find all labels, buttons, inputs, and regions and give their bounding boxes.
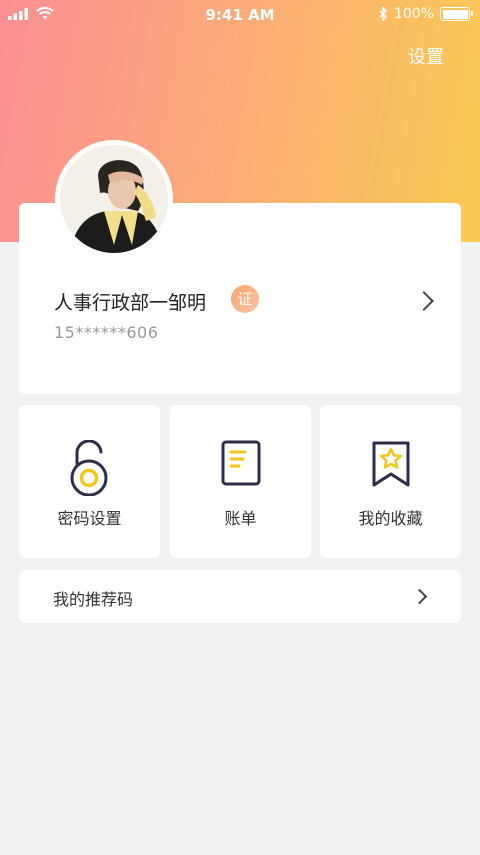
bill-tile[interactable]: 账单 xyxy=(170,405,311,558)
battery-percent: 100% xyxy=(393,6,434,22)
battery-icon xyxy=(440,7,473,21)
settings-link[interactable]: 设置 xyxy=(408,43,444,69)
password-settings-tile[interactable]: 密码设置 xyxy=(19,405,160,558)
user-name: 人事行政部一邹明 xyxy=(54,292,207,314)
bluetooth-icon xyxy=(379,7,388,21)
profile-screen: 9:41 AM 100% 设置 人事行政部一邹明 证 15******606 密… xyxy=(0,0,480,855)
tile-label: 密码设置 xyxy=(57,509,122,528)
user-phone: 15******606 xyxy=(54,323,159,342)
chevron-right-icon[interactable] xyxy=(414,291,434,311)
bookmark-star-icon xyxy=(372,441,409,487)
avatar[interactable] xyxy=(55,140,173,258)
chevron-right-icon[interactable] xyxy=(411,588,428,605)
referral-code-row[interactable]: 我的推荐码 xyxy=(19,570,461,623)
tile-label: 我的收藏 xyxy=(358,509,423,528)
verified-badge: 证 xyxy=(231,285,259,313)
favorites-tile[interactable]: 我的收藏 xyxy=(320,405,461,558)
avatar-photo xyxy=(60,145,168,253)
status-right: 100% xyxy=(379,6,473,22)
tile-label: 账单 xyxy=(224,509,257,528)
lock-icon xyxy=(70,440,107,496)
referral-label: 我的推荐码 xyxy=(53,590,134,609)
bill-icon xyxy=(221,440,260,486)
status-bar: 9:41 AM 100% xyxy=(0,0,480,30)
